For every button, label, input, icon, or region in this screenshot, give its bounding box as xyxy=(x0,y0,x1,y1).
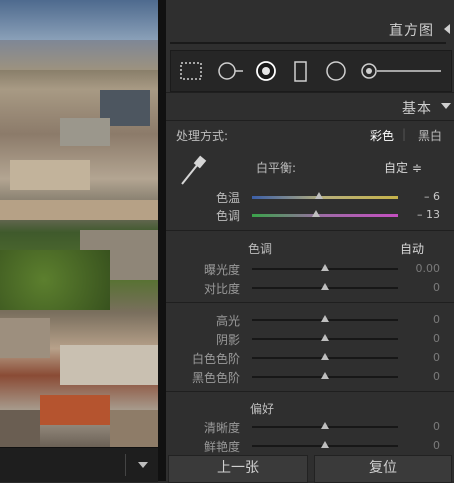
red-eye-icon[interactable] xyxy=(255,61,277,81)
filmstrip-bar xyxy=(0,447,158,482)
contrast-label: 对比度 xyxy=(204,282,241,296)
filmstrip-toggle-icon[interactable] xyxy=(138,462,148,468)
basic-header[interactable]: 基本 xyxy=(166,92,454,120)
shadows-label: 阴影 xyxy=(216,333,241,347)
vibrance-slider-handle[interactable] xyxy=(321,441,329,448)
highlights-slider-handle[interactable] xyxy=(321,315,329,322)
exposure-value[interactable]: 0.00 xyxy=(400,262,441,275)
divider xyxy=(166,230,454,231)
highlights-value[interactable]: 0 xyxy=(400,313,440,326)
contrast-slider-handle[interactable] xyxy=(321,283,329,290)
tint-slider[interactable] xyxy=(252,214,398,217)
radial-filter-icon[interactable] xyxy=(325,61,347,81)
tool-strip xyxy=(170,50,452,92)
basic-title: 基本 xyxy=(402,101,432,117)
contrast-value[interactable]: 0 xyxy=(400,281,440,294)
divider xyxy=(166,391,454,392)
filmstrip-divider xyxy=(125,454,126,476)
blacks-value[interactable]: 0 xyxy=(400,370,440,383)
whites-label: 白色色阶 xyxy=(192,352,241,366)
tone-section-label: 色调 xyxy=(248,242,273,256)
white-balance-eyedropper-icon[interactable] xyxy=(176,154,208,188)
graduated-filter-icon[interactable] xyxy=(293,61,309,83)
collapse-down-icon[interactable] xyxy=(441,103,451,109)
highlights-label: 高光 xyxy=(216,314,241,328)
previous-button[interactable]: 上一张 xyxy=(168,455,308,483)
vibrance-label: 鲜艳度 xyxy=(204,440,241,454)
clarity-value[interactable]: 0 xyxy=(400,420,440,433)
treatment-color-option[interactable]: 彩色 xyxy=(370,127,394,144)
treatment-bw-option[interactable]: 黑白 xyxy=(418,127,442,144)
blacks-slider-handle[interactable] xyxy=(321,372,329,379)
clarity-slider-handle[interactable] xyxy=(321,422,329,429)
tint-value[interactable]: – 13 xyxy=(400,208,440,221)
histogram-area xyxy=(170,42,446,44)
clarity-label: 清晰度 xyxy=(204,421,241,435)
tint-slider-handle[interactable] xyxy=(312,210,320,217)
whites-value[interactable]: 0 xyxy=(400,351,440,364)
temp-slider[interactable] xyxy=(252,196,398,199)
treatment-label: 处理方式: xyxy=(176,129,229,143)
shadows-value[interactable]: 0 xyxy=(400,332,440,345)
exposure-slider-handle[interactable] xyxy=(321,264,329,271)
photo-preview xyxy=(0,0,158,447)
temp-label: 色温 xyxy=(216,191,241,205)
whites-slider-handle[interactable] xyxy=(321,353,329,360)
spot-removal-icon[interactable] xyxy=(215,61,245,81)
vibrance-value[interactable]: 0 xyxy=(400,439,440,452)
presence-section-label: 偏好 xyxy=(250,402,275,416)
tint-label: 色调 xyxy=(216,209,241,223)
histogram-header[interactable]: 直方图 xyxy=(166,14,454,42)
white-balance-select[interactable]: 自定 ≑ xyxy=(384,159,422,176)
temp-value[interactable]: – 6 xyxy=(400,190,440,203)
histogram-title: 直方图 xyxy=(389,23,434,39)
divider xyxy=(166,120,454,121)
divider xyxy=(166,302,454,303)
panel-divider xyxy=(158,0,166,481)
crop-overlay-icon[interactable] xyxy=(179,61,203,81)
collapse-left-icon[interactable] xyxy=(444,24,450,34)
exposure-label: 曝光度 xyxy=(204,263,241,277)
develop-panel: 直方图 基本 处理方式: 彩色 | 黑白 白平衡: 自定 ≑ 色温 – 6 色调… xyxy=(166,0,454,483)
reset-button[interactable]: 复位 xyxy=(314,455,452,483)
white-balance-label: 白平衡: xyxy=(256,161,297,175)
shadows-slider-handle[interactable] xyxy=(321,334,329,341)
blacks-label: 黑色色阶 xyxy=(192,371,241,385)
treatment-separator: | xyxy=(402,127,407,141)
adjustment-brush-icon[interactable] xyxy=(361,61,445,81)
tone-auto-button[interactable]: 自动 xyxy=(400,240,424,257)
temp-slider-handle[interactable] xyxy=(315,192,323,199)
